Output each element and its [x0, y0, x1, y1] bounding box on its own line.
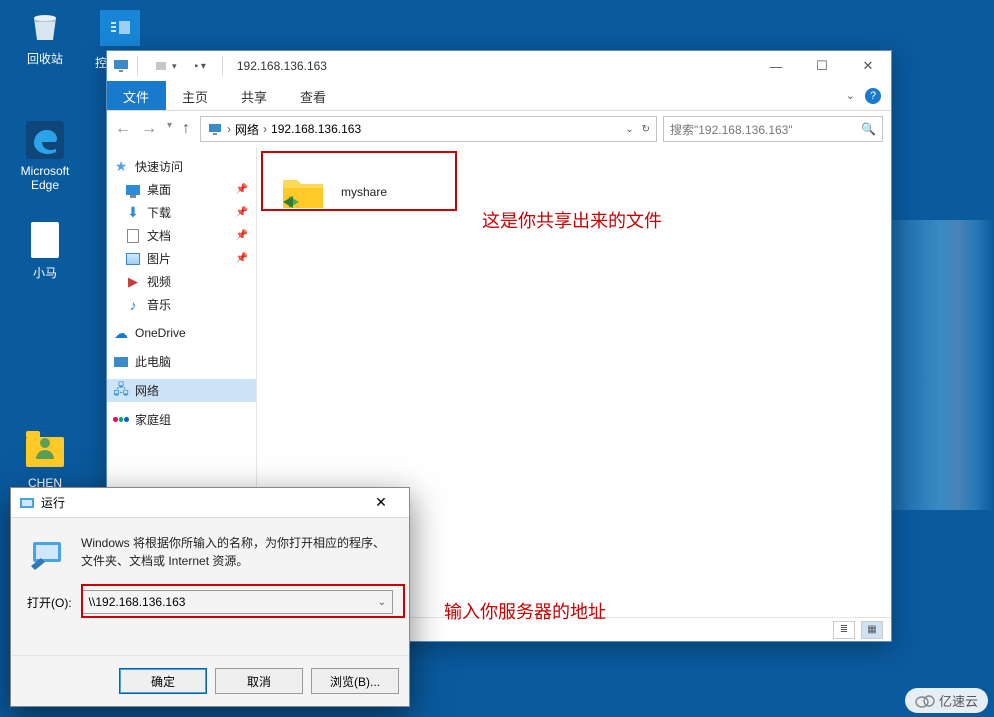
pc-icon — [113, 354, 129, 370]
run-input[interactable]: \\192.168.136.163 ⌄ — [82, 590, 393, 614]
tab-home[interactable]: 主页 — [166, 81, 225, 110]
sidebar-onedrive[interactable]: ☁OneDrive — [107, 322, 256, 344]
control-panel-icon[interactable] — [100, 10, 140, 46]
desktop-recycle-bin[interactable]: 回收站 — [10, 6, 80, 67]
sidebar-network[interactable]: 🖧网络 — [107, 379, 256, 402]
shared-folder-icon — [279, 168, 327, 216]
address-dropdown[interactable]: ⌄ — [625, 124, 633, 135]
crumb-network[interactable]: 网络 — [235, 121, 259, 138]
desktop-icon-label: 小马 — [10, 264, 80, 281]
desktop-edge[interactable]: Microsoft Edge — [10, 120, 80, 192]
run-title-text: 运行 — [41, 494, 65, 511]
run-cancel-button[interactable]: 取消 — [215, 668, 303, 694]
search-placeholder: 搜索"192.168.136.163" — [670, 121, 793, 138]
run-titlebar[interactable]: 运行 ✕ — [11, 488, 409, 518]
view-details-button[interactable]: ≣ — [833, 621, 855, 639]
run-input-value: \\192.168.136.163 — [89, 595, 186, 609]
run-description: Windows 将根据你所输入的名称，为你打开相应的程序、文件夹、文档或 Int… — [81, 534, 393, 574]
crumb-host[interactable]: 192.168.136.163 — [271, 122, 361, 136]
desktop-icon — [125, 182, 141, 198]
chevron-down-icon[interactable]: ⌄ — [378, 597, 386, 608]
maximize-button[interactable]: ☐ — [799, 51, 845, 81]
star-icon: ★ — [113, 159, 129, 175]
address-breadcrumb[interactable]: › 网络 › 192.168.136.163 ⌄↻ — [200, 116, 657, 142]
run-icon — [27, 534, 67, 574]
desktop-xiaoma[interactable]: 小马 — [10, 220, 80, 281]
nav-up[interactable]: ↑ — [182, 120, 190, 138]
tab-view[interactable]: 查看 — [284, 81, 343, 110]
ribbon-tabs: 文件 主页 共享 查看 ⌄ ? — [107, 81, 891, 111]
minimize-button[interactable]: — — [753, 51, 799, 81]
wallpaper-glow — [874, 220, 994, 510]
document-icon — [125, 228, 141, 244]
search-icon: 🔍 — [861, 122, 876, 136]
nav-back[interactable]: ← — [115, 120, 131, 138]
sidebar-quick-access[interactable]: ★快速访问 — [107, 155, 256, 178]
pictures-icon — [125, 251, 141, 267]
run-ok-button[interactable]: 确定 — [119, 668, 207, 694]
user-folder-icon — [25, 432, 65, 472]
window-icon — [113, 58, 129, 74]
run-browse-button[interactable]: 浏览(B)... — [311, 668, 399, 694]
network-icon: 🖧 — [113, 383, 129, 399]
nav-history-dropdown[interactable]: ▾ — [167, 120, 172, 138]
pin-icon: 📌 — [236, 184, 248, 195]
watermark: 亿速云 — [905, 688, 988, 713]
homegroup-icon — [113, 412, 129, 428]
annotation-text: 输入你服务器的地址 — [444, 598, 606, 624]
annotation-text: 这是你共享出来的文件 — [482, 207, 662, 233]
sidebar-this-pc[interactable]: 此电脑 — [107, 350, 256, 373]
edge-icon — [25, 120, 65, 160]
share-item-label: myshare — [341, 185, 387, 199]
view-tiles-button[interactable]: ▦ — [861, 621, 883, 639]
music-icon: ♪ — [125, 297, 141, 313]
sidebar-homegroup[interactable]: 家庭组 — [107, 408, 256, 431]
sidebar-documents[interactable]: 文档📌 — [107, 224, 256, 247]
tab-file[interactable]: 文件 — [107, 81, 166, 110]
run-window-icon — [19, 495, 35, 511]
ribbon-collapse[interactable]: ⌄ — [846, 89, 855, 102]
pin-icon: 📌 — [236, 230, 248, 241]
run-open-label: 打开(O): — [27, 594, 72, 611]
desktop-icon-label: 回收站 — [10, 50, 80, 67]
sidebar-desktop[interactable]: 桌面📌 — [107, 178, 256, 201]
search-input[interactable]: 搜索"192.168.136.163" 🔍 — [663, 116, 883, 142]
sidebar-music[interactable]: ♪音乐 — [107, 293, 256, 316]
window-title: 192.168.136.163 — [229, 59, 753, 73]
run-dialog: 运行 ✕ Windows 将根据你所输入的名称，为你打开相应的程序、文件夹、文档… — [10, 487, 410, 707]
qat-dropdown[interactable]: ▪ ▾ — [187, 57, 214, 76]
titlebar[interactable]: ▾ ▪ ▾ 192.168.136.163 — ☐ ✕ — [107, 51, 891, 81]
share-item-myshare[interactable]: myshare — [267, 162, 399, 222]
address-bar-row: ← → ▾ ↑ › 网络 › 192.168.136.163 ⌄↻ 搜索"192… — [107, 111, 891, 147]
sidebar-downloads[interactable]: ⬇下载📌 — [107, 201, 256, 224]
qat-item[interactable]: ▾ — [146, 55, 185, 77]
network-icon — [207, 121, 223, 137]
sidebar-pictures[interactable]: 图片📌 — [107, 247, 256, 270]
pin-icon: 📌 — [236, 253, 248, 264]
help-icon[interactable]: ? — [865, 88, 881, 104]
close-button[interactable]: ✕ — [845, 51, 891, 81]
file-icon — [25, 220, 65, 260]
download-icon: ⬇ — [125, 205, 141, 221]
onedrive-icon: ☁ — [113, 325, 129, 341]
tab-share[interactable]: 共享 — [225, 81, 284, 110]
pin-icon: 📌 — [236, 207, 248, 218]
nav-forward[interactable]: → — [141, 120, 157, 138]
refresh-button[interactable]: ↻ — [642, 124, 650, 135]
desktop-icon-label: Microsoft Edge — [10, 164, 80, 192]
video-icon: ▶ — [125, 274, 141, 290]
desktop-chen-folder[interactable]: CHEN — [10, 432, 80, 490]
recycle-bin-icon — [25, 6, 65, 46]
run-close-button[interactable]: ✕ — [361, 494, 401, 511]
sidebar-videos[interactable]: ▶视频 — [107, 270, 256, 293]
